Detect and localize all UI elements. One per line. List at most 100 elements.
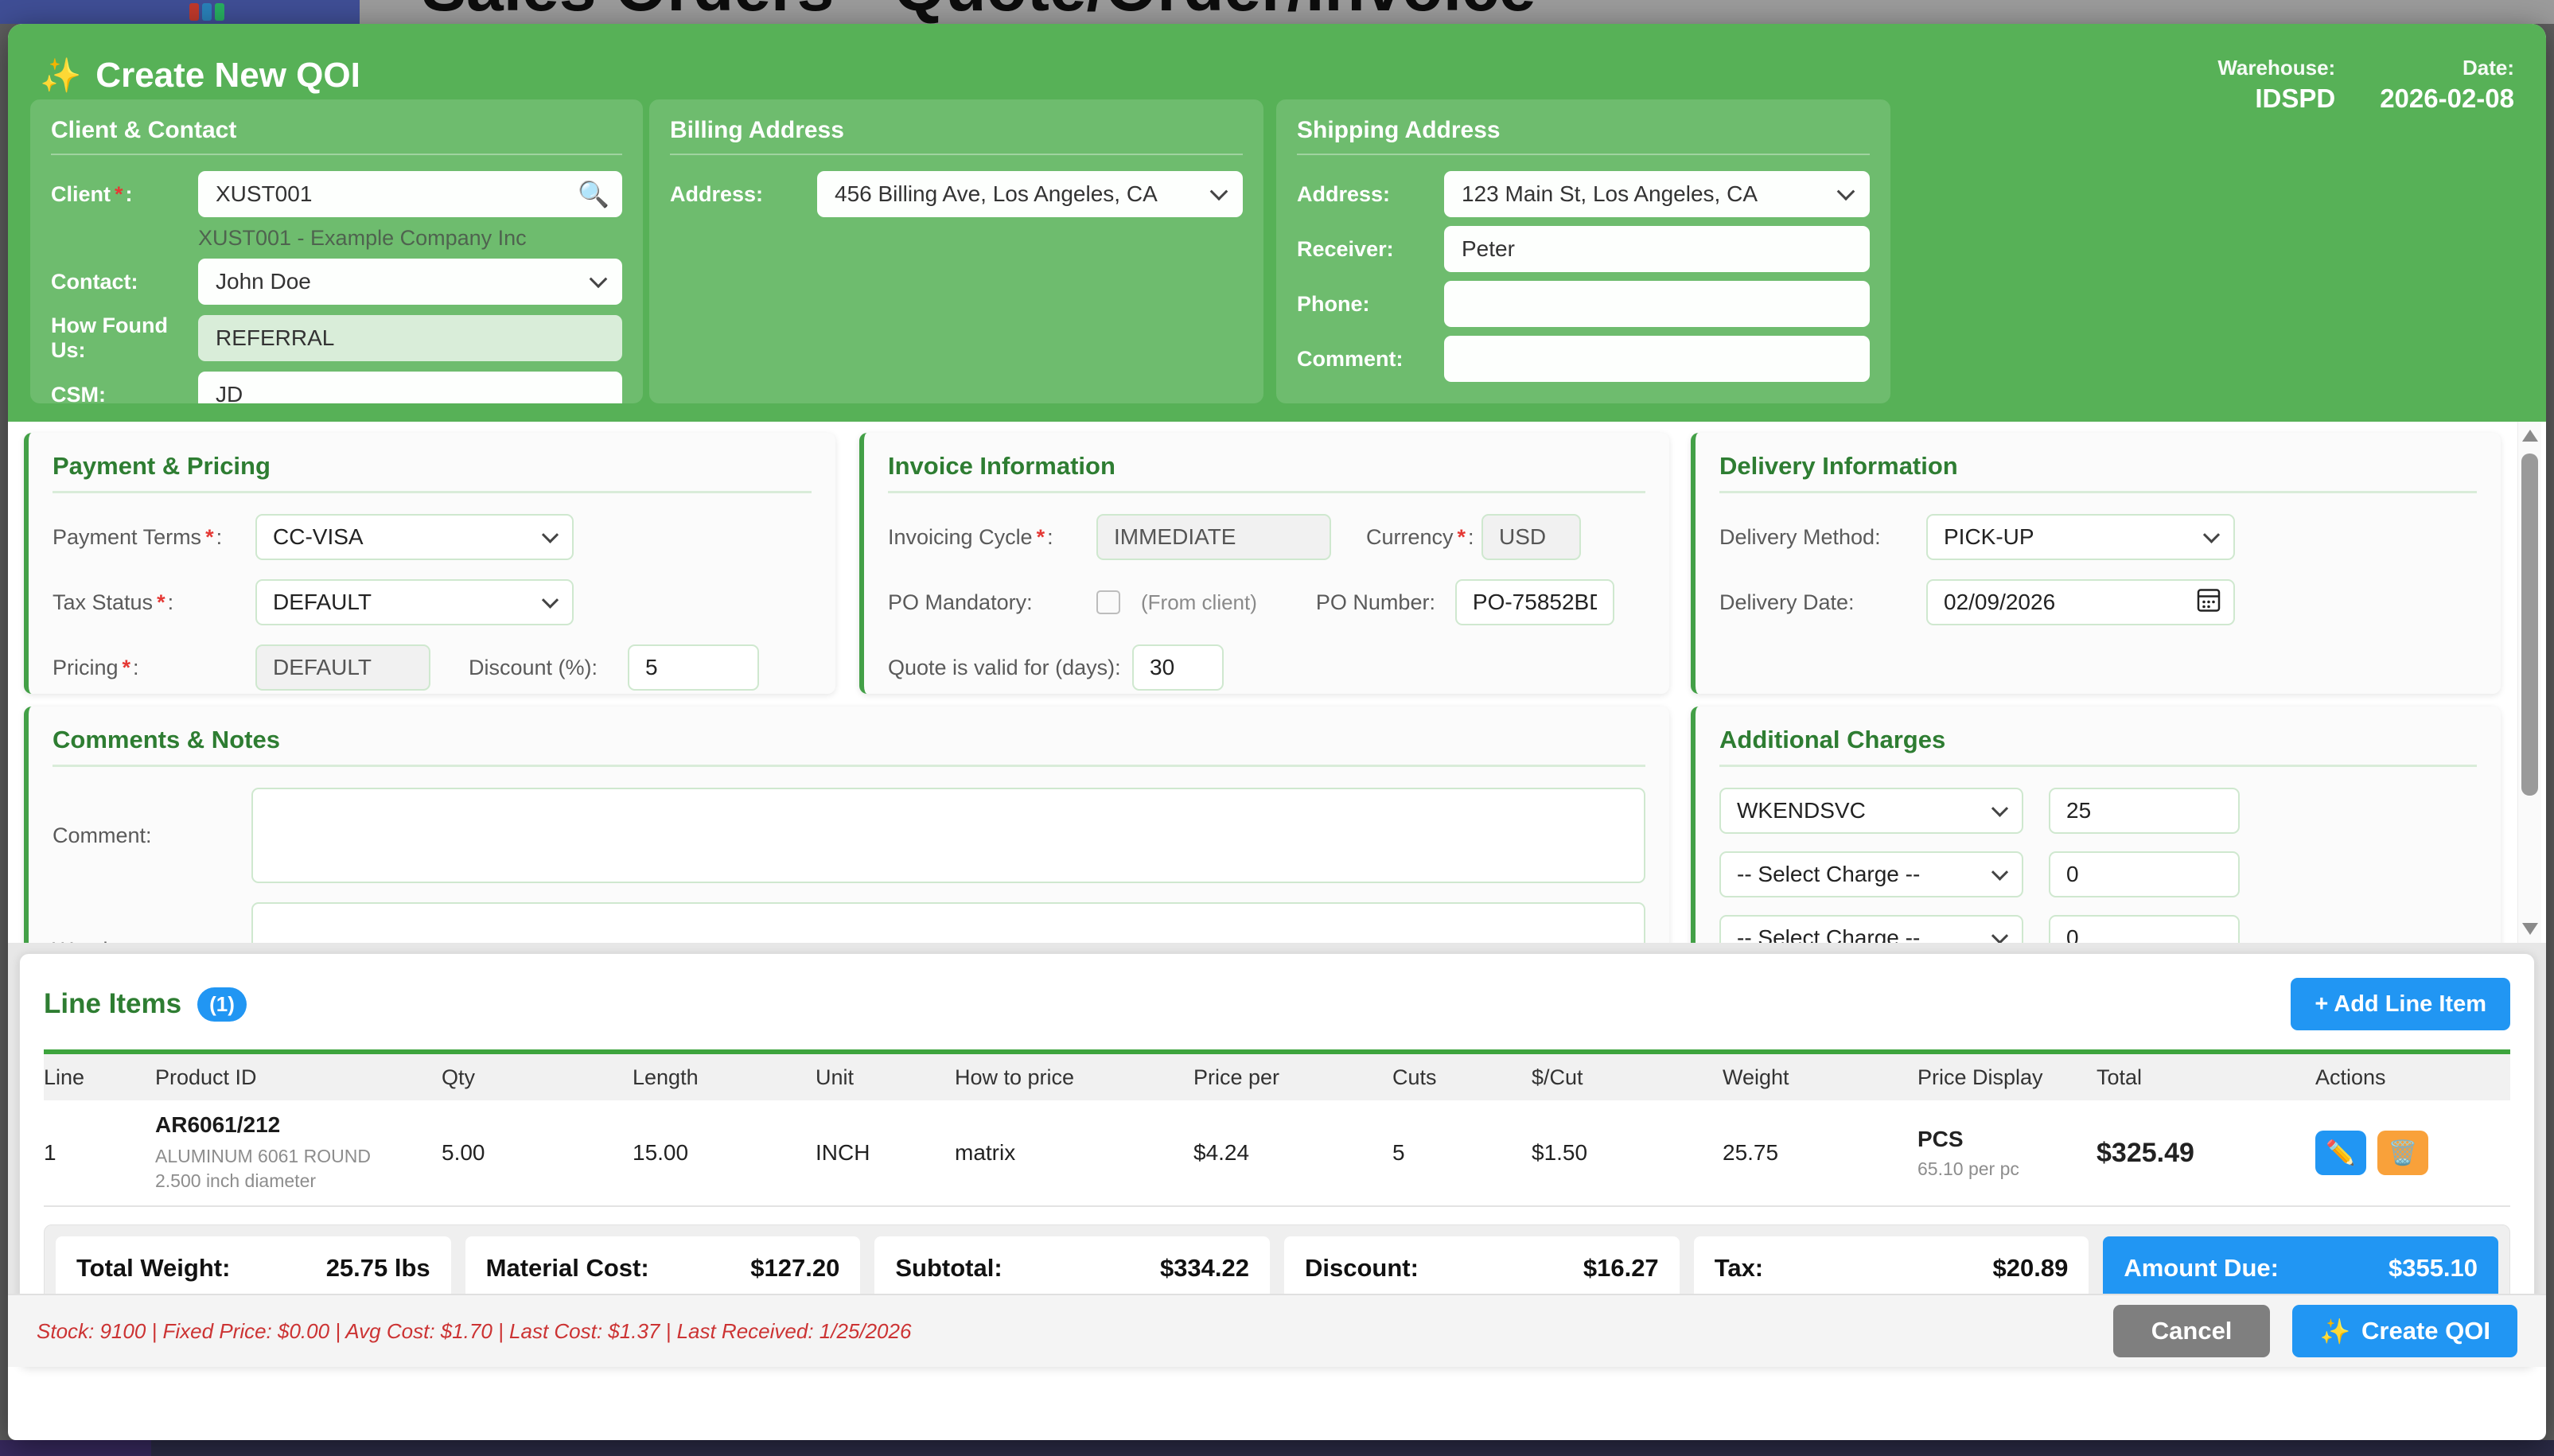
tax-box: Tax:$20.89 <box>1694 1236 2089 1300</box>
form-scrollbar[interactable] <box>2517 422 2541 943</box>
product-description: ALUMINUM 6061 ROUND 2.500 inch diameter <box>155 1144 418 1193</box>
scroll-up-arrow-icon[interactable] <box>2522 430 2538 442</box>
search-icon[interactable]: 🔍 <box>578 179 609 209</box>
charge-amount-input[interactable] <box>2049 915 2240 943</box>
pricing-label: Pricing*: <box>53 656 255 680</box>
po-mandatory-label: PO Mandatory: <box>888 590 1096 615</box>
tax-status-select[interactable]: DEFAULT <box>255 579 574 625</box>
receiver-label: Receiver: <box>1297 237 1444 262</box>
contact-label: Contact: <box>51 270 198 294</box>
line-items-title: Line Items <box>44 988 181 1020</box>
payment-pricing-card: Payment & Pricing Payment Terms*: CC-VIS… <box>24 433 835 694</box>
cancel-button[interactable]: Cancel <box>2113 1305 2271 1357</box>
charge-select[interactable]: WKENDSVC <box>1719 788 2023 834</box>
column-header-price-per: Price per <box>1193 1065 1392 1090</box>
length-value: 15.00 <box>633 1140 816 1166</box>
client-contact-card: Client & Contact Client*: 🔍 XUST001 - Ex… <box>30 99 643 403</box>
delete-line-item-button[interactable]: 🗑️ <box>2377 1131 2428 1175</box>
how-found-label: How Found Us: <box>51 313 198 363</box>
po-number-input[interactable] <box>1455 579 1614 625</box>
csm-input[interactable] <box>198 372 622 403</box>
date-value: 2026-02-08 <box>2380 84 2514 114</box>
price-display-cell: PCS 65.10 per pc <box>1917 1127 2097 1180</box>
date-info: Date: 2026-02-08 <box>2380 56 2514 114</box>
product-cell: AR6061/212 ALUMINUM 6061 ROUND 2.500 inc… <box>155 1112 442 1193</box>
charge-select[interactable]: -- Select Charge -- <box>1719 915 2023 943</box>
pricing-value: DEFAULT <box>255 644 430 691</box>
phone-input[interactable] <box>1444 281 1870 327</box>
comments-notes-card: Comments & Notes Comment: Warning: <box>24 707 1669 943</box>
total-weight-box: Total Weight:25.75 lbs <box>56 1236 451 1300</box>
tax-status-label: Tax Status*: <box>53 590 255 615</box>
comment-textarea[interactable] <box>251 788 1645 883</box>
warehouse-info: Warehouse: IDSPD <box>2217 56 2335 114</box>
delivery-date-label: Delivery Date: <box>1719 590 1926 615</box>
po-mandatory-hint: (From client) <box>1141 590 1257 615</box>
create-qoi-button[interactable]: ✨ Create QOI <box>2292 1305 2517 1357</box>
date-label: Date: <box>2380 56 2514 80</box>
currency-value: USD <box>1481 514 1581 560</box>
calendar-icon[interactable] <box>2197 587 2221 618</box>
line-number: 1 <box>44 1140 155 1166</box>
sparkles-icon: ✨ <box>40 56 81 95</box>
discount-input[interactable] <box>628 644 759 691</box>
background-page-topbar: Sales Orders - Quote/Order/Invoice <box>0 0 2554 24</box>
column-header-price-display: Price Display <box>1917 1065 2097 1090</box>
delivery-method-select[interactable]: PICK-UP <box>1926 514 2235 560</box>
price-display-unit: PCS <box>1917 1127 2097 1152</box>
discount-box: Discount:$16.27 <box>1284 1236 1680 1300</box>
shipping-address-select[interactable]: 123 Main St, Los Angeles, CA <box>1444 171 1870 217</box>
add-line-item-button[interactable]: + Add Line Item <box>2291 978 2510 1030</box>
column-header-how-to-price: How to price <box>955 1065 1193 1090</box>
client-id-input[interactable] <box>198 171 622 217</box>
background-taskbar-accent <box>0 1440 151 1456</box>
receiver-input[interactable] <box>1444 226 1870 272</box>
stock-info-text: Stock: 9100 | Fixed Price: $0.00 | Avg C… <box>37 1319 911 1344</box>
cuts-value: 5 <box>1392 1140 1532 1166</box>
how-found-input <box>198 315 622 361</box>
quote-valid-label: Quote is valid for (days): <box>888 656 1132 680</box>
warning-textarea[interactable] <box>251 902 1645 943</box>
modal-header: ✨ Create New QOI Warehouse: IDSPD Date: … <box>8 24 2546 422</box>
modal-title: ✨ Create New QOI <box>40 56 360 95</box>
charge-amount-input[interactable] <box>2049 851 2240 897</box>
shipping-comment-label: Comment: <box>1297 347 1444 372</box>
cut-price-value: $1.50 <box>1532 1140 1723 1166</box>
background-taskbar <box>0 1440 2554 1456</box>
charge-select[interactable]: -- Select Charge -- <box>1719 851 2023 897</box>
delivery-information-title: Delivery Information <box>1719 452 2477 493</box>
scrollbar-thumb[interactable] <box>2521 454 2538 796</box>
client-contact-title: Client & Contact <box>51 117 622 155</box>
delivery-method-label: Delivery Method: <box>1719 525 1926 550</box>
shipping-comment-input[interactable] <box>1444 336 1870 382</box>
additional-charges-card: Additional Charges WKENDSVC -- Select Ch… <box>1691 707 2501 943</box>
line-items-count-badge: (1) <box>197 987 247 1022</box>
price-display-detail: 65.10 per pc <box>1917 1158 2097 1180</box>
csm-label: CSM: <box>51 383 198 404</box>
line-total-value: $325.49 <box>2097 1138 2315 1169</box>
warehouse-label: Warehouse: <box>2217 56 2335 80</box>
charge-amount-input[interactable] <box>2049 788 2240 834</box>
subtotal-box: Subtotal:$334.22 <box>874 1236 1270 1300</box>
invoice-information-card: Invoice Information Invoicing Cycle*: IM… <box>859 433 1669 694</box>
scroll-down-arrow-icon[interactable] <box>2522 923 2538 935</box>
phone-label: Phone: <box>1297 292 1444 317</box>
billing-address-card: Billing Address Address: 456 Billing Ave… <box>649 99 1263 403</box>
payment-pricing-title: Payment & Pricing <box>53 452 812 493</box>
delivery-date-input[interactable]: 02/09/2026 <box>1926 579 2235 625</box>
background-nav-segment <box>0 0 360 24</box>
billing-address-select[interactable]: 456 Billing Ave, Los Angeles, CA <box>817 171 1243 217</box>
client-label: Client*: <box>51 182 198 207</box>
payment-terms-select[interactable]: CC-VISA <box>255 514 574 560</box>
column-header-product-id: Product ID <box>155 1065 442 1090</box>
warehouse-value: IDSPD <box>2217 84 2335 114</box>
invoicing-cycle-value: IMMEDIATE <box>1096 514 1331 560</box>
column-header-cuts: Cuts <box>1392 1065 1532 1090</box>
edit-line-item-button[interactable]: ✏️ <box>2315 1131 2366 1175</box>
contact-select[interactable]: John Doe <box>198 259 622 305</box>
po-mandatory-checkbox[interactable] <box>1096 590 1120 614</box>
trash-icon: 🗑️ <box>2388 1139 2417 1167</box>
column-header-actions: Actions <box>2315 1065 2510 1090</box>
price-per-value: $4.24 <box>1193 1140 1392 1166</box>
quote-valid-input[interactable] <box>1132 644 1224 691</box>
